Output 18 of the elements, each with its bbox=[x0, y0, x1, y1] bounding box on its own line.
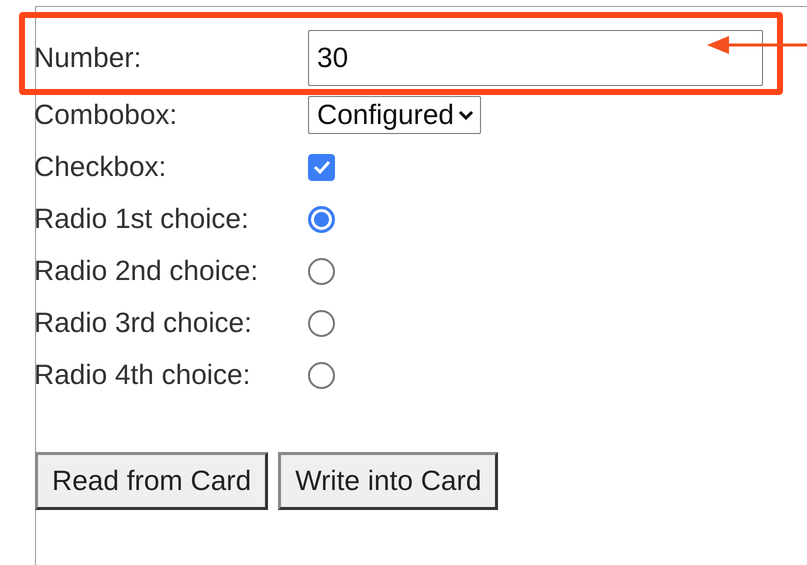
radio-button[interactable] bbox=[308, 258, 335, 284]
field-label: Radio 3rd choice: bbox=[34, 307, 253, 339]
combobox[interactable]: Configured bbox=[308, 96, 481, 134]
number-input[interactable]: 30 bbox=[308, 30, 763, 86]
radio-button[interactable] bbox=[308, 310, 335, 336]
radio-button[interactable] bbox=[308, 206, 335, 232]
card-button[interactable]: Write into Card bbox=[278, 452, 498, 510]
radio-button[interactable] bbox=[308, 362, 335, 388]
field-label: Checkbox: bbox=[34, 151, 168, 183]
field-label: Number: bbox=[34, 42, 142, 74]
field-label: Radio 2nd choice: bbox=[34, 255, 260, 287]
chevron-down-icon bbox=[458, 110, 474, 120]
field-label: Radio 4th choice: bbox=[34, 359, 252, 391]
card-button[interactable]: Read from Card bbox=[35, 452, 268, 510]
checkbox[interactable] bbox=[308, 154, 335, 180]
field-label: Radio 1st choice: bbox=[34, 203, 250, 235]
checkmark-icon bbox=[312, 160, 330, 174]
field-label: Combobox: bbox=[34, 99, 178, 131]
